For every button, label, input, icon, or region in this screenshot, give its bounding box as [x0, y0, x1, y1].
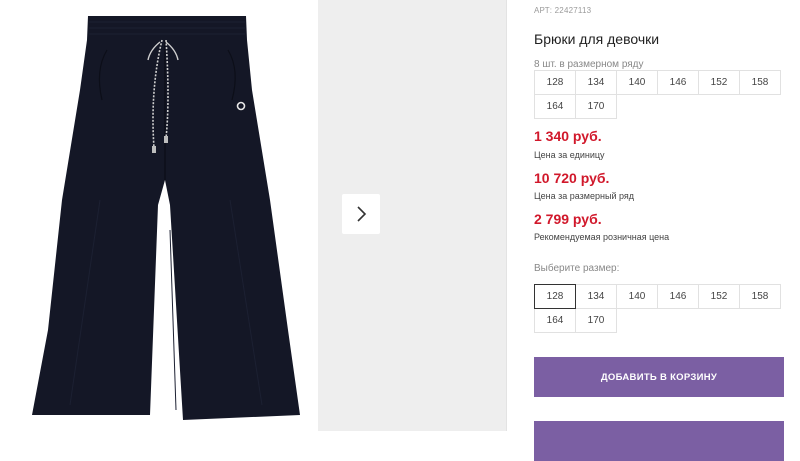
size-option[interactable]: 152 [698, 284, 740, 309]
retail-price-note: Рекомендуемая розничная цена [534, 232, 670, 242]
product-sku: АРТ: 22427113 [534, 6, 592, 15]
add-to-cart-button[interactable]: ДОБАВИТЬ В КОРЗИНУ [534, 357, 784, 397]
size-option-selected[interactable]: 128 [534, 284, 576, 309]
unit-price: 1 340 руб. [534, 128, 602, 144]
size-option[interactable]: 140 [616, 284, 658, 309]
select-size-label: Выберите размер: [534, 263, 620, 274]
pack-sizes-row: 128 134 140 146 152 158 [534, 70, 786, 95]
pack-size-cell: 128 [534, 70, 576, 95]
secondary-action-button[interactable] [534, 421, 784, 461]
pack-size-cell: 134 [575, 70, 617, 95]
pack-size-cell: 164 [534, 94, 576, 119]
gallery-next-button[interactable] [342, 194, 380, 234]
product-gallery [0, 0, 506, 431]
size-options-row: 128 134 140 146 152 158 [534, 284, 786, 309]
size-option[interactable]: 134 [575, 284, 617, 309]
pack-sizes-grid: 128 134 140 146 152 158 164 170 [534, 70, 786, 119]
size-option[interactable]: 164 [534, 308, 576, 333]
size-selector: 128 134 140 146 152 158 164 170 [534, 284, 786, 333]
column-divider [506, 0, 507, 431]
pants-image [32, 16, 300, 420]
size-option[interactable]: 146 [657, 284, 699, 309]
pack-size-cell: 170 [575, 94, 617, 119]
retail-price: 2 799 руб. [534, 211, 602, 227]
pack-price-note: Цена за размерный ряд [534, 191, 635, 201]
pack-size-cell: 152 [698, 70, 740, 95]
unit-price-note: Цена за единицу [534, 150, 605, 160]
product-title: Брюки для девочки [534, 31, 660, 47]
size-option[interactable]: 158 [739, 284, 781, 309]
pack-size-cell: 140 [616, 70, 658, 95]
product-image[interactable] [0, 0, 318, 431]
chevron-right-icon [357, 206, 367, 222]
pack-sizes-label: 8 шт. в размерном ряду [534, 59, 644, 70]
size-options-row: 164 170 [534, 308, 786, 333]
pack-size-cell: 158 [739, 70, 781, 95]
size-option[interactable]: 170 [575, 308, 617, 333]
pack-sizes-row: 164 170 [534, 94, 786, 119]
pack-price: 10 720 руб. [534, 170, 610, 186]
pack-size-cell: 146 [657, 70, 699, 95]
